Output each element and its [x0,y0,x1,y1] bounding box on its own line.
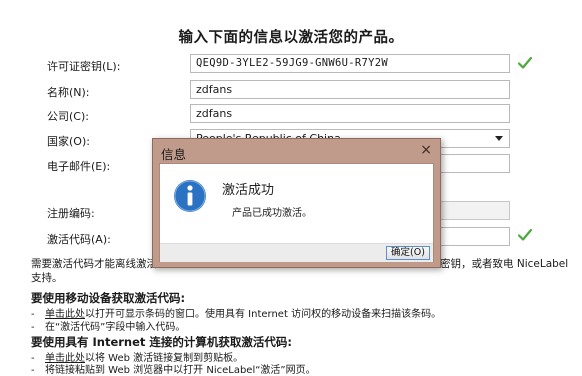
name-label: 名称(N): [47,86,90,99]
dialog-message: 产品已成功激活。 [232,208,312,219]
note-left: 需要激活代码才能离线激活。 [31,258,168,270]
note-right: 密钥，或者致电 NiceLabel [440,258,569,270]
info-icon [174,180,206,212]
info-dialog: 信息 × 激活成功 产品已成功激活。 确定(O) [152,138,441,268]
dialog-heading: 激活成功 [222,183,275,198]
license-key-input[interactable]: QEQ9D-3YLE2-59JG9-GNW6U-R7Y2W [190,54,510,73]
mobile-bullet-2-text: 在“激活代码”字段中输入代码。 [45,322,186,333]
internet-section-title: 要使用具有 Internet 连接的计算机获取激活代码: [31,335,293,349]
mobile-bullet-2: - 在“激活代码”字段中输入代码。 [31,322,186,333]
company-label: 公司(C): [47,110,89,123]
registration-code-label: 注册编码: [47,207,95,220]
check-icon [517,228,533,241]
activation-code-label: 激活代码(A): [47,233,111,246]
license-key-label: 许可证密钥(L): [47,60,121,73]
note-line2: 支持。 [31,272,63,284]
ok-button[interactable]: 确定(O) [386,246,430,260]
page-heading: 输入下面的信息以激活您的产品。 [178,30,404,46]
dialog-title: 信息 [161,147,187,162]
email-label: 电子邮件(E): [47,160,111,173]
name-input[interactable]: zdfans [190,80,510,99]
dialog-body: 激活成功 产品已成功激活。 确定(O) [159,163,434,262]
company-input[interactable]: zdfans [190,104,510,123]
country-label: 国家(O): [47,135,90,148]
check-icon [517,56,533,69]
internet-bullet-2: - 将链接粘贴到 Web 浏览器中以打开 NiceLabel“激活”网页。 [31,365,316,376]
mobile-section-title: 要使用移动设备获取激活代码: [31,291,186,305]
chevron-down-icon [495,136,503,141]
close-icon[interactable]: × [420,142,432,158]
